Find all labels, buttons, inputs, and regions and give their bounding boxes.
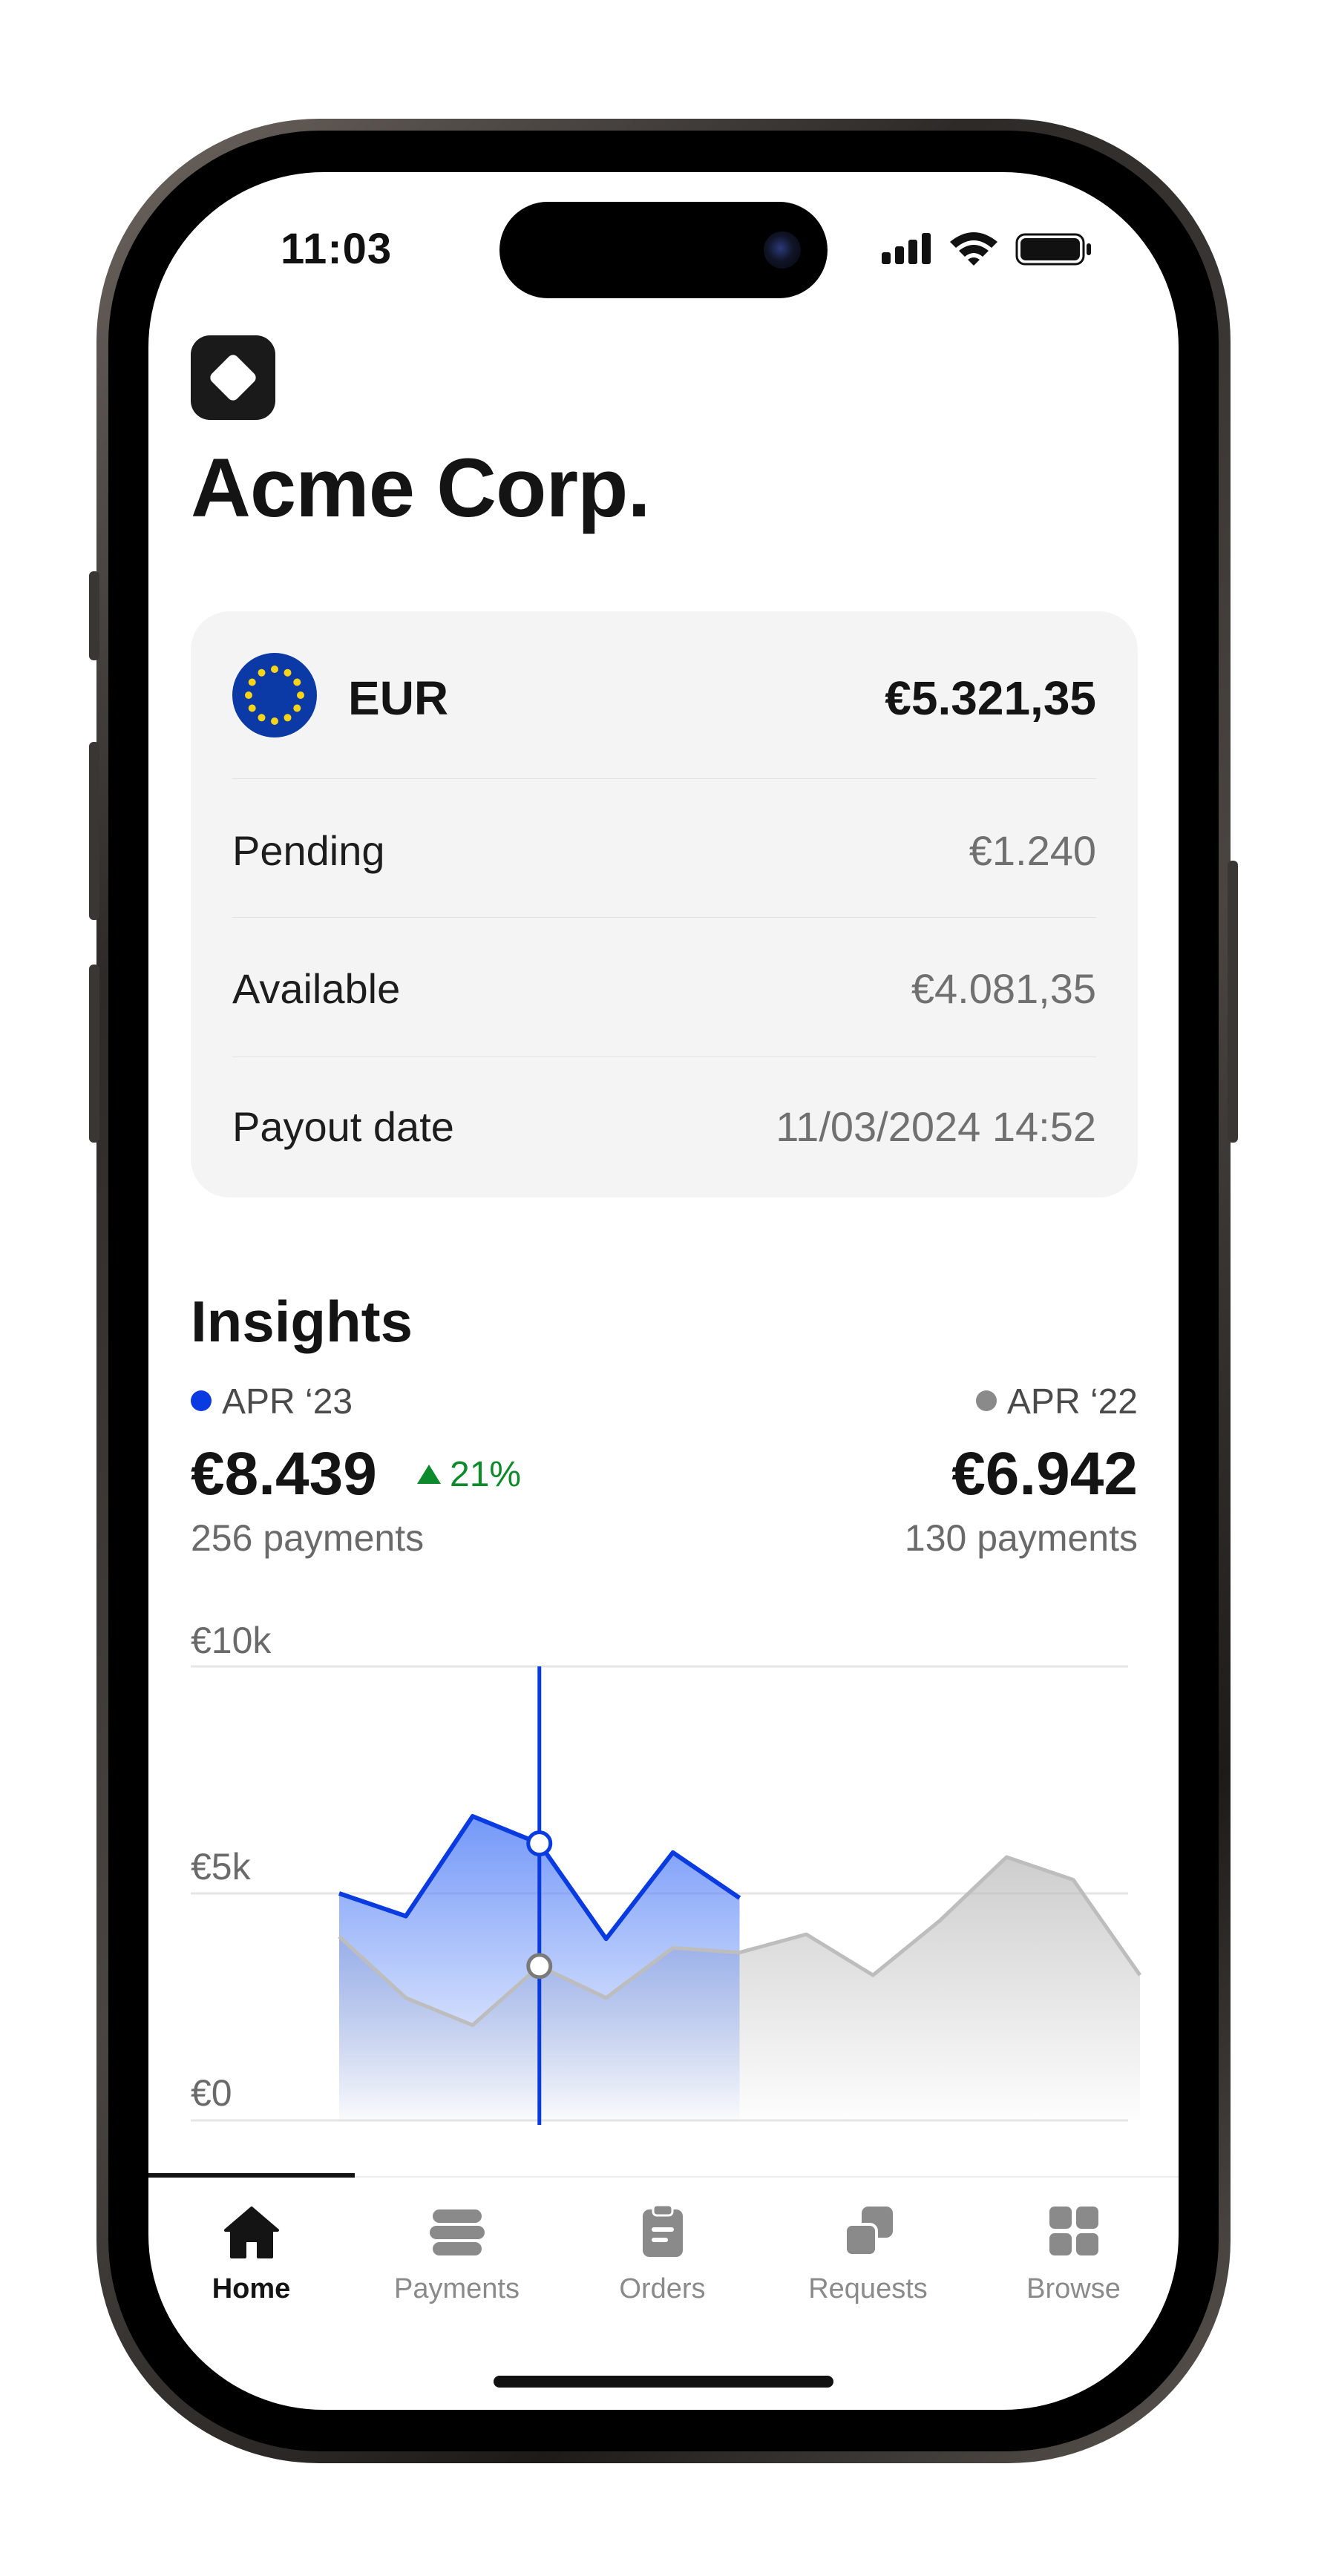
active-tab-indicator [148, 2173, 355, 2178]
power-button [1228, 861, 1238, 1143]
device-mockup: 11:03 Acme Corp. EUR €5.321,35 Pending €… [0, 0, 1327, 2576]
cursor-marker-previous [526, 1953, 553, 1979]
tab-requests[interactable]: Requests [765, 2205, 971, 2324]
tab-home[interactable]: Home [148, 2205, 354, 2324]
action-button [89, 571, 99, 660]
tab-orders[interactable]: Orders [560, 2205, 765, 2324]
tab-orders-label: Orders [619, 2273, 706, 2304]
tab-payments[interactable]: Payments [354, 2205, 560, 2324]
tab-payments-label: Payments [394, 2273, 520, 2304]
insights-chart[interactable] [148, 172, 1179, 2175]
orders-icon [642, 2205, 683, 2257]
browse-icon [1049, 2207, 1098, 2255]
app-screen: 11:03 Acme Corp. EUR €5.321,35 Pending €… [148, 172, 1179, 2410]
home-indicator [494, 2376, 833, 2388]
tab-home-label: Home [212, 2273, 291, 2304]
cursor-marker-current [526, 1830, 553, 1857]
volume-down-button [89, 965, 99, 1143]
home-icon [223, 2207, 279, 2258]
tab-browse-label: Browse [1026, 2273, 1121, 2304]
tab-requests-label: Requests [808, 2273, 928, 2304]
tab-browse[interactable]: Browse [971, 2205, 1176, 2324]
payments-icon [429, 2209, 485, 2255]
volume-up-button [89, 742, 99, 920]
requests-icon [843, 2207, 893, 2257]
